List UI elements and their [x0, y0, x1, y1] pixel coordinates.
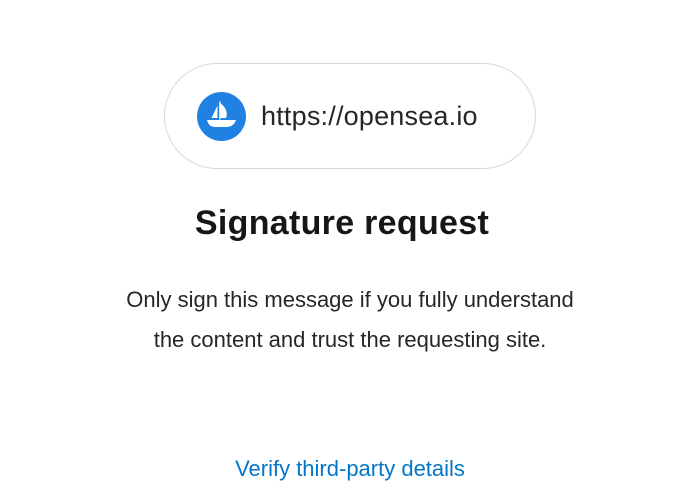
origin-pill: https://opensea.io [164, 63, 536, 169]
opensea-logo-icon [197, 91, 246, 141]
verify-third-party-link[interactable]: Verify third-party details [0, 456, 684, 482]
warning-description: Only sign this message if you fully unde… [60, 280, 640, 360]
opensea-boat-icon [207, 101, 236, 127]
page-title: Signature request [194, 204, 490, 242]
origin-url: https://opensea.io [261, 100, 478, 131]
description-line-1: Only sign this message if you fully unde… [126, 287, 574, 312]
description-line-2: the content and trust the requesting sit… [153, 327, 547, 352]
